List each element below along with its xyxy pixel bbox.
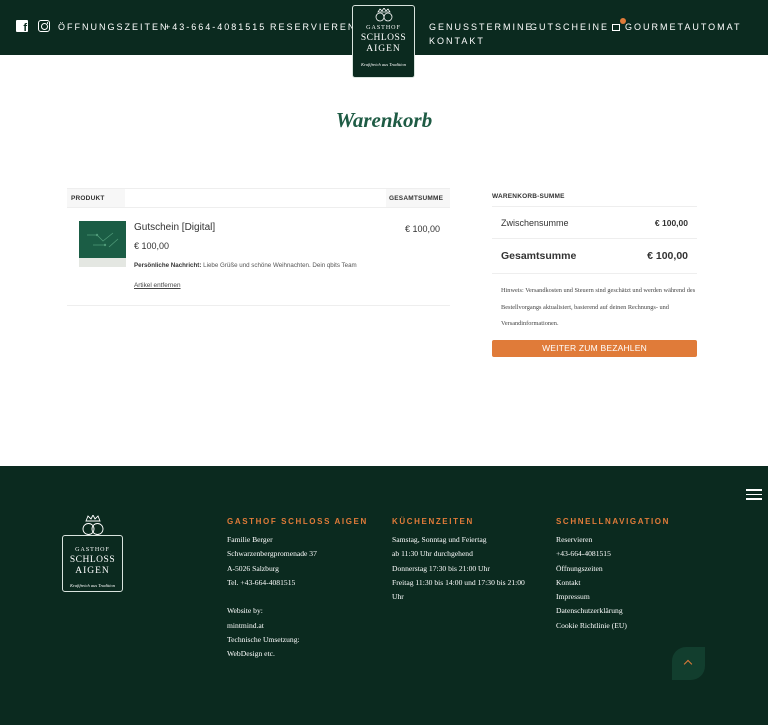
footer-text: Schwarzenbergpromenade 37: [227, 549, 317, 559]
logo-line-3: AIGEN: [366, 44, 401, 54]
subtotal-label: Zwischensumme: [501, 218, 569, 228]
logo-line-1: GASTHOF: [366, 25, 401, 31]
total-label: Gesamtsumme: [501, 250, 577, 262]
footer-col-contact: GASTHOF SCHLOSS AIGEN Familie Berger Sch…: [227, 517, 368, 662]
footer-logo-line-3: AIGEN: [75, 566, 110, 576]
footer-phone[interactable]: Tel. +43-664-4081515: [227, 576, 368, 590]
facebook-icon[interactable]: f: [16, 20, 28, 34]
logo-tagline: Kraftfreich aus Tradition: [360, 62, 407, 67]
personal-message-label: Persönliche Nachricht:: [134, 262, 202, 269]
footer-text: Familie Berger: [227, 535, 273, 544]
col-product-header: PRODUKT: [71, 195, 105, 202]
nav-phone[interactable]: +43-664-4081515: [165, 22, 266, 32]
divider: [492, 273, 697, 274]
instagram-icon[interactable]: [38, 20, 50, 32]
product-name[interactable]: Gutschein [Digital]: [134, 222, 215, 233]
cart-icon[interactable]: [612, 18, 627, 31]
row-total: € 100,00: [404, 224, 440, 234]
crest-icon: [82, 515, 104, 535]
footer-text: Website by:: [227, 606, 263, 616]
footer-text: Uhr: [392, 592, 404, 602]
page-title: Warenkorb: [335, 108, 433, 132]
footer-text: ab 11:30 Uhr durchgehend: [392, 549, 473, 559]
product-thumbnail[interactable]: [79, 221, 126, 267]
footer-link-reservieren[interactable]: Reservieren: [556, 533, 670, 547]
footer-heading-hours: KÜCHENZEITEN: [392, 517, 474, 526]
nav-reservieren[interactable]: RESERVIEREN: [270, 22, 356, 32]
footer-credit-link[interactable]: WebDesign etc.: [227, 647, 368, 661]
footer-link-impressum[interactable]: Impressum: [556, 590, 670, 604]
footer-heading-contact: GASTHOF SCHLOSS AIGEN: [227, 517, 368, 526]
footer-logo-line-2: SCHLOSS: [69, 555, 116, 565]
footer-col-kitchen-hours: KÜCHENZEITEN Samstag, Sonntag und Feiert…: [392, 517, 525, 604]
footer-text: Technische Umsetzung:: [227, 635, 300, 645]
personal-message: Persönliche Nachricht: Liebe Grüße und s…: [134, 262, 357, 269]
footer-link-cookie[interactable]: Cookie Richtlinie (EU): [556, 619, 670, 633]
cart-table-header: PRODUKT GESAMTSUMME: [67, 188, 450, 208]
nav-kontakt[interactable]: KONTAKT: [429, 36, 485, 46]
remove-item-link[interactable]: Artikel entfernen: [134, 282, 181, 289]
footer-link-oeffnungszeiten[interactable]: Öffnungszeiten: [556, 562, 670, 576]
crest-icon: [375, 8, 393, 22]
cart-summary: Zwischensumme € 100,00 Gesamtsumme € 100…: [492, 206, 697, 338]
total-value: € 100,00: [647, 250, 688, 262]
footer-logo-tagline: Kraftfreich aus Tradition: [69, 583, 116, 588]
footer-text: A-5026 Salzburg: [227, 563, 279, 573]
footer-logo[interactable]: GASTHOF SCHLOSS AIGEN Kraftfreich aus Tr…: [62, 515, 123, 592]
footer-col-quicknav: SCHNELLNAVIGATION Reservieren +43-664-40…: [556, 517, 670, 633]
footer-text: Freitag 11:30 bis 14:00 und 17:30 bis 21…: [392, 577, 525, 587]
footer-credit-link[interactable]: mintmind.at: [227, 619, 368, 633]
personal-message-text: Liebe Grüße und schöne Weihnachten. Dein…: [203, 262, 357, 269]
footer-link-phone[interactable]: +43-664-4081515: [556, 547, 670, 561]
nav-gourmetautomat[interactable]: GOURMETAUTOMAT: [625, 22, 742, 32]
cart-item-row: Gutschein [Digital] € 100,00 Persönliche…: [67, 209, 450, 306]
menu-icon[interactable]: [746, 489, 762, 500]
subtotal-value: € 100,00: [654, 218, 688, 228]
footer-logo-line-1: GASTHOF: [75, 547, 110, 553]
nav-gutscheine[interactable]: GUTSCHEINE: [530, 18, 627, 32]
footer-link-datenschutz[interactable]: Datenschutzerklärung: [556, 604, 670, 618]
summary-title: WARENKORB-SUMME: [492, 193, 565, 200]
nav-gutscheine-label[interactable]: GUTSCHEINE: [530, 22, 609, 32]
footer-text: Samstag, Sonntag und Feiertag: [392, 535, 487, 544]
voucher-pattern-icon: [87, 232, 119, 248]
divider: [492, 238, 697, 239]
checkout-button[interactable]: WEITER ZUM BEZAHLEN: [492, 340, 697, 357]
product-price: € 100,00: [134, 241, 170, 251]
logo-line-2: SCHLOSS: [360, 33, 407, 43]
scroll-to-top-button[interactable]: [672, 647, 705, 680]
nav-oeffnungszeiten[interactable]: ÖFFNUNGSZEITEN: [58, 22, 169, 32]
footer-heading-quicknav: SCHNELLNAVIGATION: [556, 517, 671, 526]
footer-link-kontakt[interactable]: Kontakt: [556, 576, 670, 590]
site-logo[interactable]: GASTHOF SCHLOSS AIGEN Kraftfreich aus Tr…: [352, 5, 415, 78]
footer-text: Donnerstag 17:30 bis 21:00 Uhr: [392, 563, 490, 573]
col-total-header: GESAMTSUMME: [389, 195, 444, 202]
nav-genusstermine[interactable]: GENUSSTERMINE: [429, 22, 534, 32]
shipping-note: Hinweis: Versandkosten und Steuern sind …: [501, 287, 696, 327]
